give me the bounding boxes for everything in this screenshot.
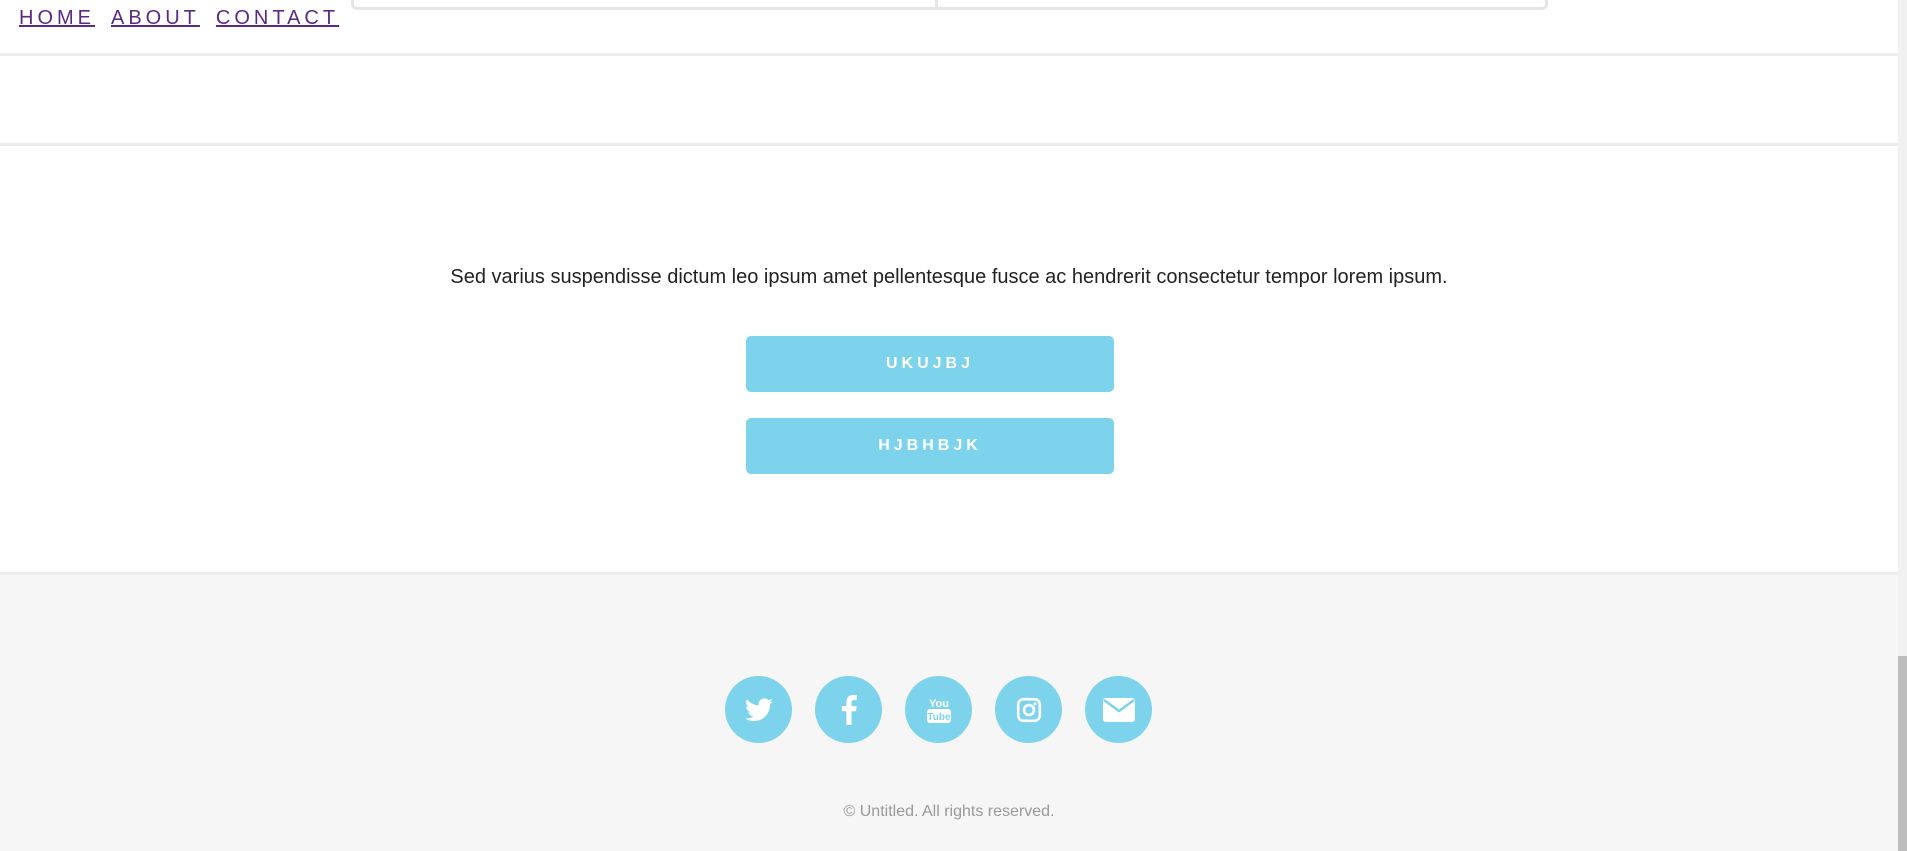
page: HOME ABOUT CONTACT Sed varius suspendiss…: [0, 0, 1907, 851]
table-bottom-edge: [351, 0, 1548, 10]
scrollbar-thumb[interactable]: [1898, 656, 1907, 851]
nav-about-link[interactable]: ABOUT: [111, 6, 200, 30]
twitter-link[interactable]: [725, 676, 792, 743]
twitter-icon: [744, 697, 773, 721]
youtube-link[interactable]: You Tube: [905, 676, 972, 743]
nav-home-link[interactable]: HOME: [19, 6, 95, 30]
email-icon: [1102, 697, 1135, 722]
email-link[interactable]: [1085, 676, 1152, 743]
social-links: You Tube: [725, 676, 1152, 743]
svg-text:Tube: Tube: [927, 712, 951, 723]
hjbhbjk-button[interactable]: HJBHBJK: [746, 418, 1114, 474]
section-divider: [0, 143, 1898, 146]
top-nav: HOME ABOUT CONTACT: [19, 6, 355, 30]
ukujbj-button[interactable]: UKUJBJ: [746, 336, 1114, 392]
copyright-text: © Untitled. All rights reserved.: [843, 803, 1055, 820]
youtube-icon: You Tube: [926, 698, 951, 723]
svg-text:You: You: [929, 698, 949, 710]
table-column-divider: [935, 0, 938, 7]
facebook-icon: [841, 694, 857, 725]
nav-contact-link[interactable]: CONTACT: [216, 6, 339, 30]
instagram-link[interactable]: [995, 676, 1062, 743]
facebook-link[interactable]: [815, 676, 882, 743]
scrollbar[interactable]: [1898, 0, 1907, 851]
section-divider: [0, 53, 1898, 56]
section-blurb: Sed varius suspendisse dictum leo ipsum …: [450, 266, 1448, 288]
instagram-icon: [1016, 697, 1041, 722]
footer: You Tube © Untitled. All rights reserved…: [0, 575, 1898, 851]
